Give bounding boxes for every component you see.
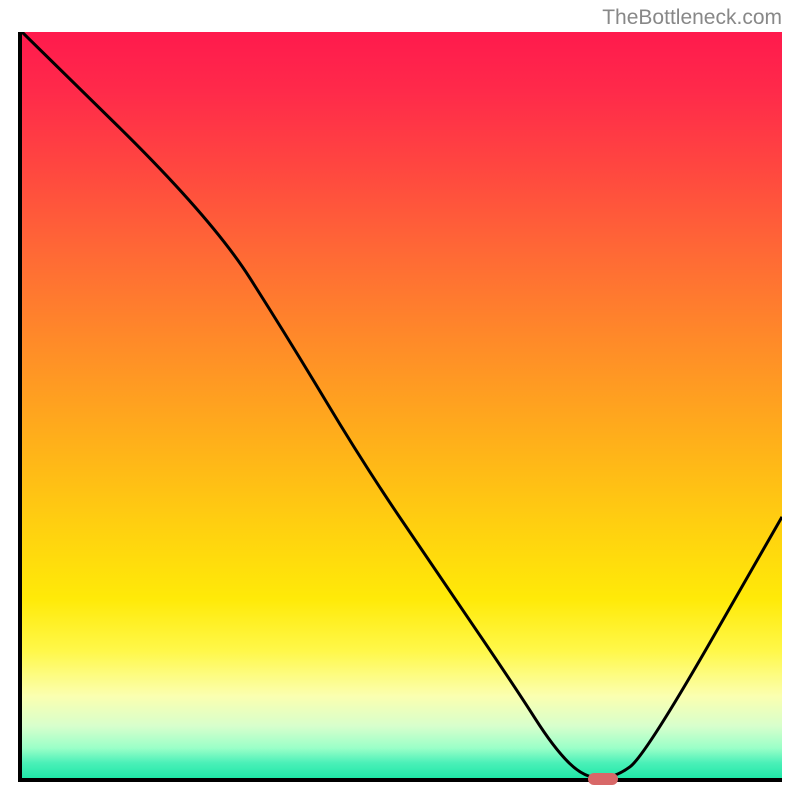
gradient-background [22, 32, 782, 778]
optimal-marker [588, 773, 618, 785]
watermark-text: TheBottleneck.com [602, 6, 782, 30]
plot-area [18, 32, 782, 782]
